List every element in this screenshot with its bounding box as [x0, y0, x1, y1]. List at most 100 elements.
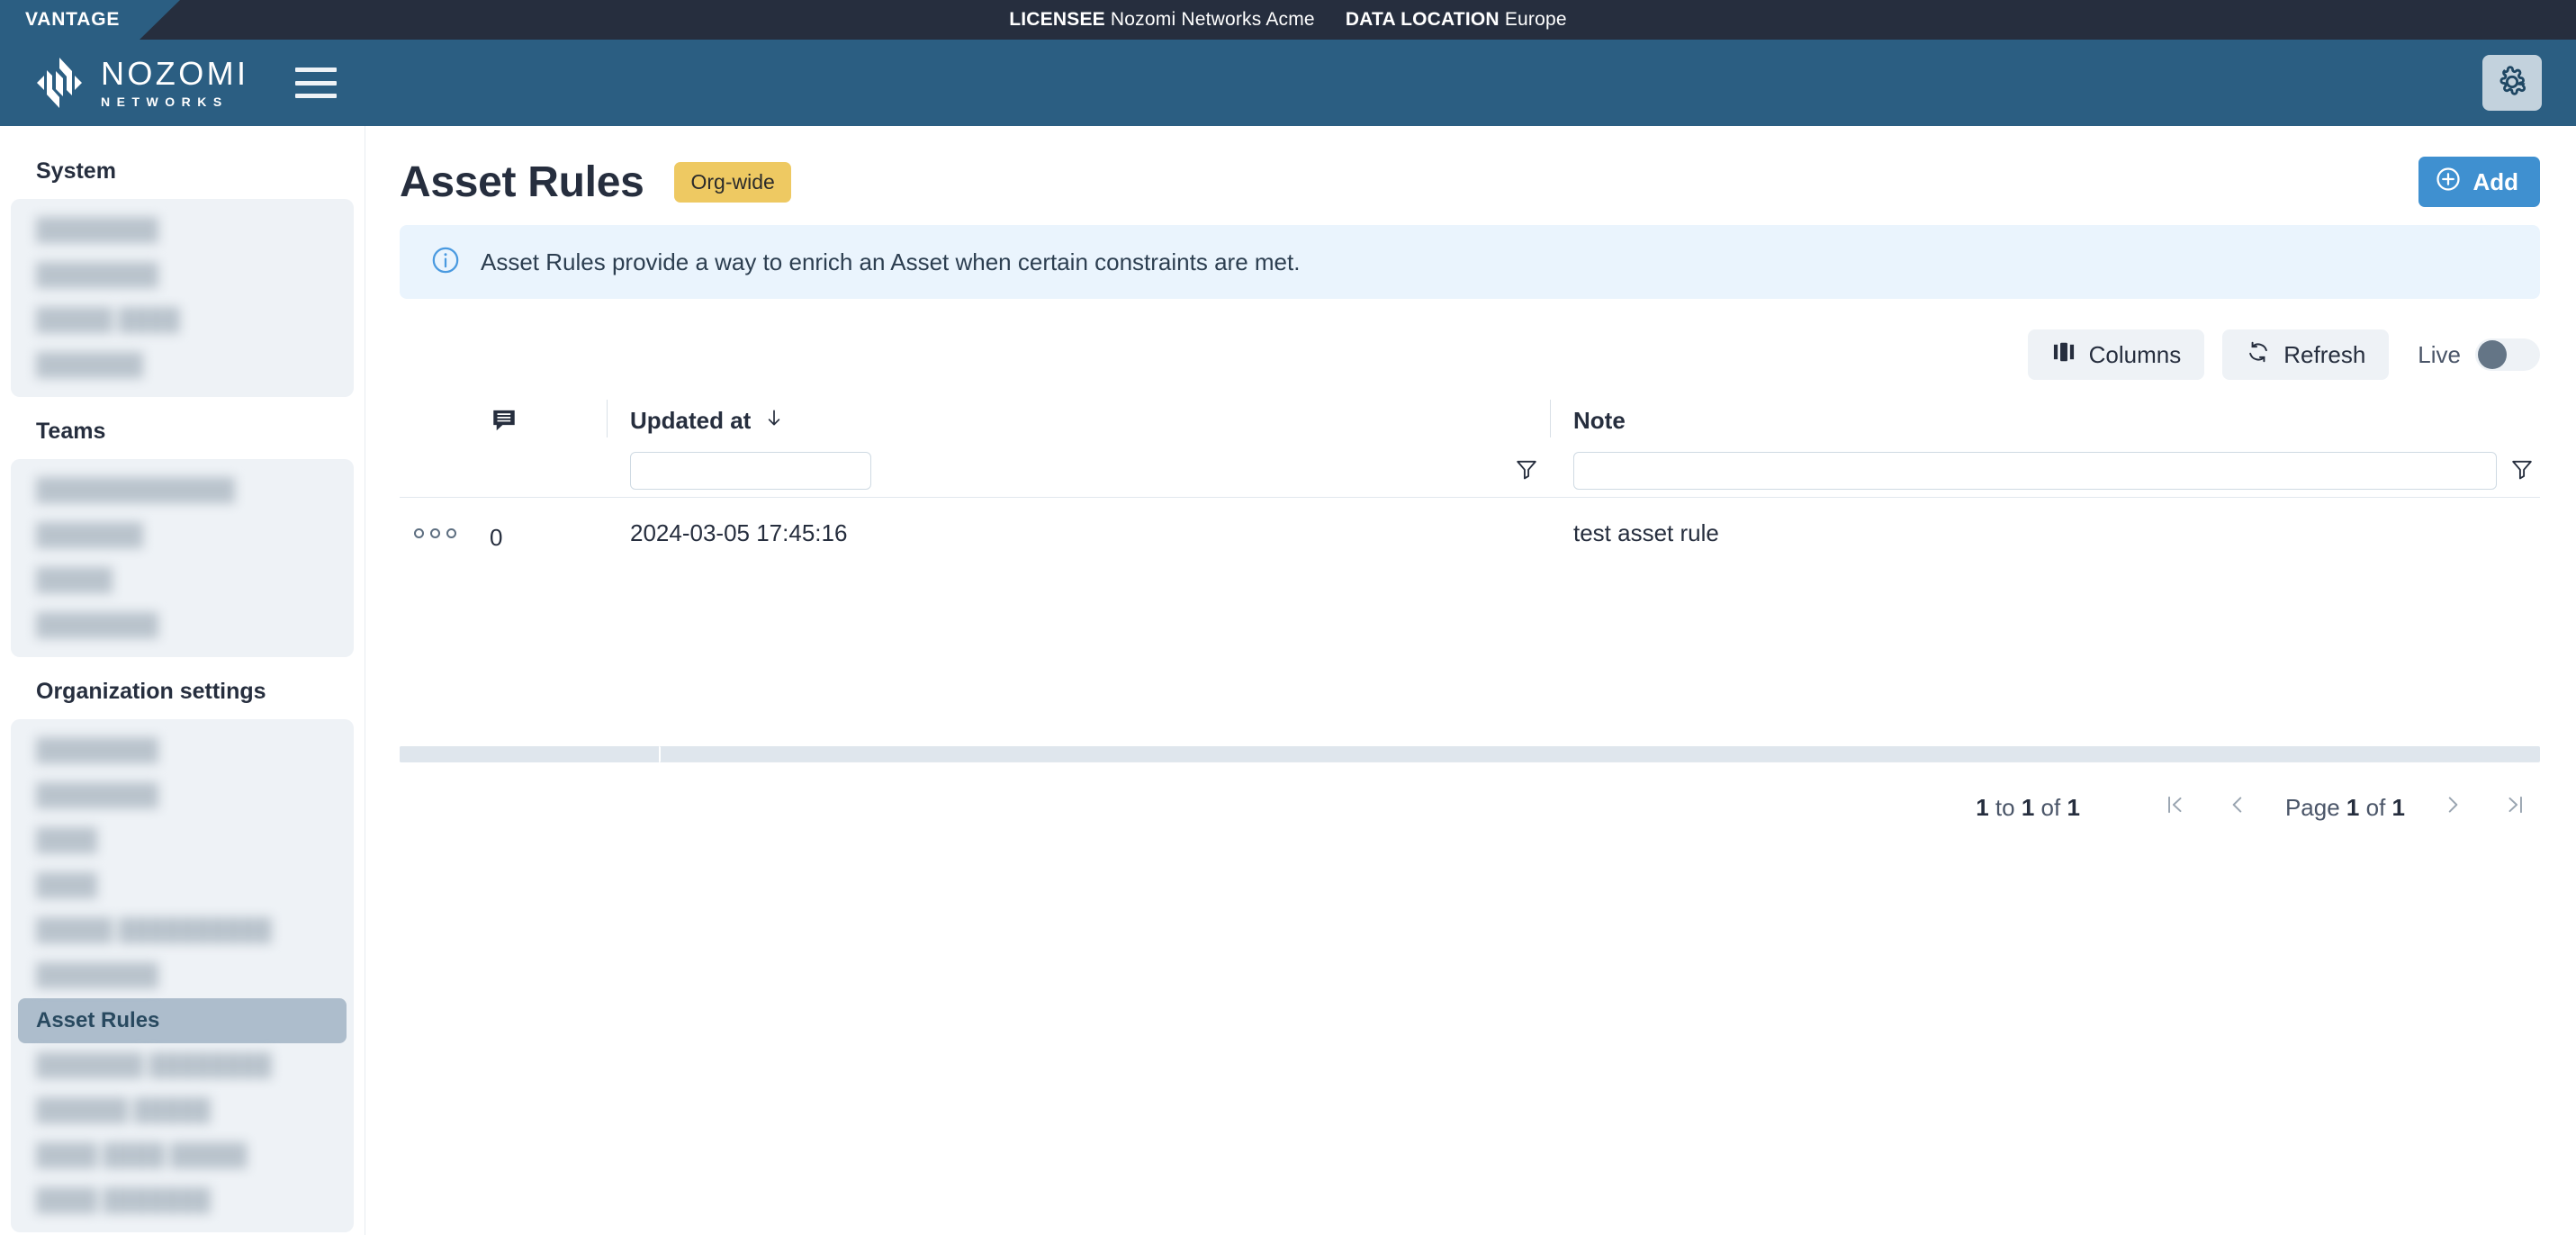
sidebar-item[interactable]: ████ [18, 818, 347, 863]
cell-updated-at: 2024-03-05 17:45:16 [630, 518, 848, 546]
sidebar-item-label: ███████ ████████ [36, 1053, 272, 1077]
hamburger-bar [295, 68, 338, 72]
dot [430, 527, 440, 538]
column-header-notes-count [490, 396, 607, 497]
column-header-note[interactable]: Note [1550, 396, 2540, 497]
sidebar-group-system: System ████████ ████████ █████ ████ ████… [11, 146, 354, 397]
last-page-icon[interactable] [2491, 793, 2540, 822]
sidebar-item[interactable]: ████████ [18, 603, 347, 648]
columns-button[interactable]: Columns [2027, 329, 2205, 380]
sidebar-group-title: Teams [36, 419, 106, 444]
info-banner: Asset Rules provide a way to enrich an A… [400, 225, 2540, 299]
sidebar-item[interactable]: ███████ [18, 513, 347, 558]
range-total: 1 [2067, 793, 2080, 821]
sidebar-item-label: █████ ██████████ [36, 918, 272, 942]
hamburger-icon[interactable] [295, 68, 338, 98]
sidebar-item[interactable]: ████████ [18, 953, 347, 998]
data-location-info: DATA LOCATION Europe [1346, 9, 1567, 31]
live-toggle-label: Live [2418, 340, 2461, 368]
column-header-label-wrap: Updated at [607, 401, 1550, 439]
live-toggle[interactable] [2475, 338, 2540, 371]
licensee-value: Nozomi Networks Acme [1110, 9, 1315, 30]
range-from: 1 [1976, 793, 1989, 821]
data-location-label: DATA LOCATION [1345, 9, 1500, 30]
sidebar-item[interactable]: █████ [18, 558, 347, 603]
table-row[interactable]: 0 2024-03-05 17:45:16 test asset rule [400, 498, 2540, 568]
column-header-label-wrap: Note [1550, 401, 2540, 439]
page-header: Asset Rules Org-wide Add [400, 144, 2540, 225]
dot [414, 527, 424, 538]
nozomi-logo-text: NOZOMI NETWORKS [101, 58, 248, 109]
column-header-label: Updated at [630, 406, 752, 434]
first-page-icon[interactable] [2150, 793, 2199, 822]
sidebar-item-label: █████ [36, 568, 113, 592]
arrow-down-icon [763, 407, 785, 435]
sidebar-item[interactable]: █████ ██████████ [18, 908, 347, 953]
funnel-icon[interactable] [2509, 456, 2540, 486]
sidebar-item[interactable]: ███████ ████████ [18, 1043, 347, 1088]
sidebar-item[interactable]: ████ ████ █████ [18, 1133, 347, 1178]
column-header-updated-at[interactable]: Updated at [607, 396, 1550, 497]
sidebar-item-label: ████████ [36, 738, 159, 762]
live-toggle-group: Live [2418, 338, 2540, 371]
page-range: 1 to 1 of 1 [1976, 794, 2080, 822]
sidebar-item-label: ████ ████ █████ [36, 1143, 248, 1167]
sidebar-item[interactable]: ████████ [18, 253, 347, 298]
sidebar-item-label: ████ [36, 828, 98, 852]
sidebar-item-label: ████ ███████ [36, 1188, 211, 1212]
sidebar-item-label: Asset Rules [36, 1008, 160, 1032]
next-page-icon[interactable] [2428, 793, 2477, 822]
asset-rules-table: Updated at Note 0 2024-03-05 17:45:16 te… [400, 396, 2540, 568]
nozomi-logo[interactable]: NOZOMI NETWORKS [32, 56, 248, 110]
sidebar-item[interactable]: ████████ [18, 728, 347, 773]
prev-page-icon[interactable] [2213, 793, 2262, 822]
sidebar-item[interactable]: █████ ████ [18, 298, 347, 343]
row-actions-button[interactable] [400, 527, 490, 538]
range-of-word: of [2040, 793, 2061, 821]
sidebar: System ████████ ████████ █████ ████ ████… [0, 126, 365, 1235]
sidebar-item-label: ████████ [36, 783, 159, 807]
main-content: Asset Rules Org-wide Add Asset Rules pro… [365, 126, 2576, 1235]
sidebar-group-card: ████████ ████████ █████ ████ ███████ [11, 199, 354, 397]
refresh-button[interactable]: Refresh [2222, 329, 2390, 380]
column-filter-updated-at [607, 439, 1550, 490]
sidebar-item[interactable]: ████ ███████ [18, 1178, 347, 1223]
sidebar-item-asset-rules[interactable]: Asset Rules [18, 998, 347, 1043]
vantage-label: VANTAGE [25, 9, 121, 30]
dot [446, 527, 456, 538]
range-to-word: to [1995, 793, 2015, 821]
sidebar-group-title: System [36, 158, 116, 184]
info-banner-text: Asset Rules provide a way to enrich an A… [481, 248, 1301, 275]
columns-icon [2051, 339, 2076, 371]
updated-at-filter-input[interactable] [630, 452, 871, 490]
pagination: 1 to 1 of 1 Page 1 of 1 [400, 762, 2540, 822]
horizontal-scrollbar[interactable] [400, 746, 2540, 762]
sidebar-item[interactable]: ██████ █████ [18, 1088, 347, 1133]
note-filter-input[interactable] [1573, 452, 2497, 490]
page-title: Asset Rules [400, 158, 644, 206]
status-badge: Org-wide [674, 161, 791, 203]
sidebar-item[interactable]: ████ [18, 863, 347, 908]
funnel-icon[interactable] [1514, 456, 1539, 486]
sidebar-item[interactable]: █████████████ [18, 468, 347, 513]
add-button[interactable]: Add [2418, 157, 2540, 207]
sidebar-item[interactable]: ████████ [18, 773, 347, 818]
settings-button[interactable] [2482, 55, 2542, 111]
refresh-icon [2246, 339, 2271, 371]
licensee-label: LICENSEE [1009, 9, 1105, 30]
page-word: Page [2284, 793, 2340, 821]
scrollbar-thumb[interactable] [400, 746, 661, 762]
table-toolbar: Columns Refresh Live [400, 329, 2540, 396]
cell-notes-count: 0 [490, 523, 503, 551]
sidebar-item[interactable]: ████████ [18, 208, 347, 253]
column-filter-note [1550, 439, 2540, 490]
row-actions-icon [400, 527, 490, 538]
vantage-product-tab: VANTAGE [0, 0, 180, 40]
sidebar-group-organization-settings: Organization settings ████████ ████ ████ … [11, 666, 354, 1232]
sidebar-item[interactable]: ███████ [18, 343, 347, 388]
topbar-info: LICENSEE Nozomi Networks Acme DATA LOCAT… [1009, 9, 1567, 31]
licensee-info: LICENSEE Nozomi Networks Acme [1009, 9, 1315, 31]
info-circle-icon [430, 245, 461, 280]
sidebar-item-label: ████ [36, 873, 98, 897]
sidebar-item-label: ████████ [36, 263, 159, 287]
